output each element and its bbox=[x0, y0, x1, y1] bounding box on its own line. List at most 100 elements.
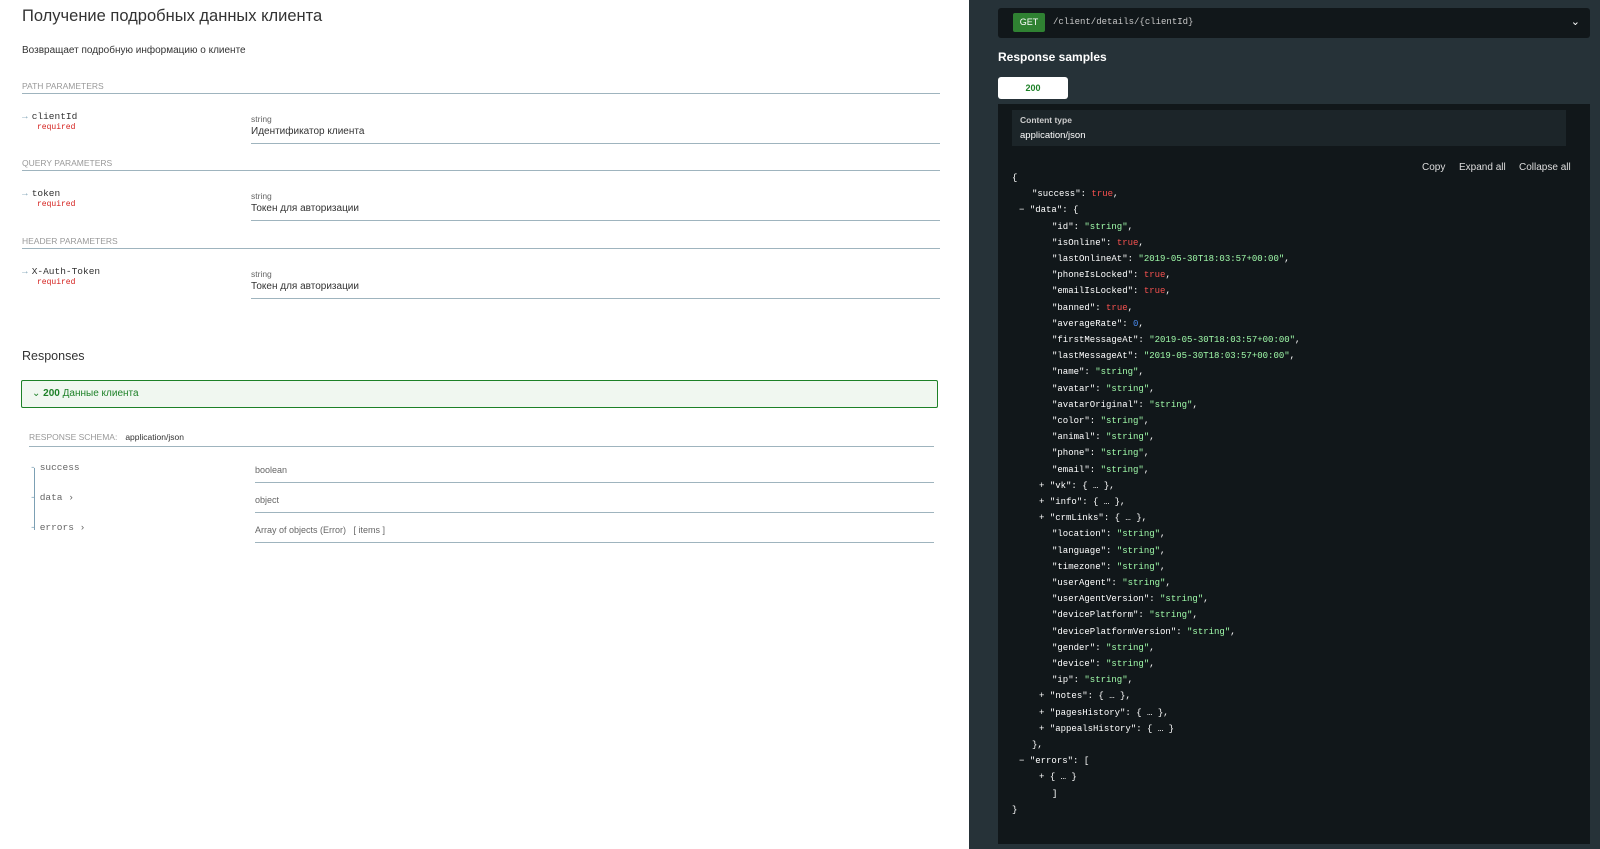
json-key: "gender": bbox=[1052, 642, 1107, 653]
expand-toggle-icon[interactable]: + bbox=[1039, 497, 1050, 507]
collapse-toggle-icon[interactable]: − bbox=[1019, 756, 1030, 766]
json-punct: { bbox=[1012, 173, 1018, 183]
page-description: Возвращает подробную информацию о клиент… bbox=[22, 45, 246, 56]
json-line: "color": "string", bbox=[1052, 416, 1149, 426]
json-punct: , bbox=[1125, 691, 1131, 702]
copy-button[interactable]: Copy bbox=[1422, 162, 1445, 173]
json-line[interactable]: + "pagesHistory": { … }, bbox=[1039, 708, 1169, 718]
expand-toggle-icon[interactable]: + bbox=[1039, 708, 1050, 718]
json-line[interactable]: + "crmLinks": { … }, bbox=[1039, 513, 1147, 523]
json-punct: , bbox=[1113, 189, 1119, 200]
json-line: "ip": "string", bbox=[1052, 675, 1133, 685]
json-value: true bbox=[1143, 270, 1166, 281]
json-value: true bbox=[1143, 286, 1166, 297]
json-punct: { … } bbox=[1049, 772, 1077, 783]
json-punct: } bbox=[1012, 804, 1018, 815]
endpoint-bar[interactable]: GET /client/details/{clientId} ⌄ bbox=[998, 8, 1590, 38]
json-line[interactable]: + "appealsHistory": { … } bbox=[1039, 724, 1174, 734]
schema-prop-data[interactable]: - data › bbox=[30, 492, 74, 503]
json-line[interactable]: + "notes": { … }, bbox=[1039, 691, 1131, 701]
json-line: ] bbox=[1052, 789, 1057, 799]
collapse-all-button[interactable]: Collapse all bbox=[1519, 162, 1571, 173]
json-value: { bbox=[1073, 205, 1079, 216]
json-key: "phone": bbox=[1052, 448, 1101, 459]
json-line: "devicePlatformVersion": "string", bbox=[1052, 627, 1236, 637]
json-value: { … } bbox=[1136, 707, 1164, 718]
json-line: "location": "string", bbox=[1052, 529, 1165, 539]
json-key: "color": bbox=[1052, 416, 1101, 426]
prop-type: Array of objects (Error) [ items ] bbox=[255, 525, 934, 543]
method-badge: GET bbox=[1013, 13, 1045, 32]
collapse-toggle-icon[interactable]: − bbox=[1019, 205, 1030, 215]
schema-prop-errors[interactable]: - errors › bbox=[30, 522, 85, 533]
json-value: "string" bbox=[1106, 642, 1150, 653]
query-params-caption: QUERY PARAMETERS bbox=[22, 158, 940, 171]
json-line: "email": "string", bbox=[1052, 465, 1149, 475]
expand-all-button[interactable]: Expand all bbox=[1459, 162, 1506, 173]
json-value: "string" bbox=[1116, 545, 1161, 556]
tab-200[interactable]: 200 bbox=[998, 77, 1068, 99]
json-line: "timezone": "string", bbox=[1052, 562, 1165, 572]
json-line: "devicePlatform": "string", bbox=[1052, 610, 1198, 620]
json-key: "isOnline": bbox=[1052, 237, 1117, 248]
param-description: Идентификатор клиента bbox=[251, 126, 940, 144]
json-punct: , bbox=[1149, 659, 1155, 669]
tree-arrow-icon: → bbox=[22, 188, 28, 199]
json-punct: , bbox=[1203, 594, 1209, 605]
json-line: "userAgent": "string", bbox=[1052, 578, 1171, 588]
param-type: string bbox=[251, 269, 272, 279]
json-value: "string" bbox=[1106, 659, 1150, 669]
chevron-right-icon: › bbox=[68, 492, 74, 503]
expand-toggle-icon[interactable]: + bbox=[1039, 724, 1050, 734]
tree-branch-icon: - bbox=[30, 462, 36, 473]
json-value: true bbox=[1116, 237, 1139, 248]
json-value: "string" bbox=[1084, 675, 1128, 686]
page-title: Получение подробных данных клиента bbox=[22, 7, 323, 25]
json-punct: , bbox=[1192, 610, 1198, 621]
param-description: Токен для авторизации bbox=[251, 203, 940, 221]
json-key: "crmLinks": bbox=[1049, 513, 1115, 524]
expand-toggle-icon[interactable]: + bbox=[1039, 772, 1050, 782]
chevron-down-icon[interactable]: ⌄ bbox=[1571, 15, 1580, 28]
endpoint-path: /client/details/{clientId} bbox=[1053, 17, 1194, 27]
expand-toggle-icon[interactable]: + bbox=[1039, 481, 1050, 491]
response-200-button[interactable]: ⌄ 200 Данные клиента bbox=[21, 380, 938, 408]
json-key: "email": bbox=[1052, 464, 1101, 475]
path-params-caption: PATH PARAMETERS bbox=[22, 81, 940, 94]
json-line: { bbox=[1012, 173, 1017, 183]
expand-toggle-icon[interactable]: + bbox=[1039, 513, 1050, 523]
json-value: { … } bbox=[1098, 691, 1126, 702]
json-line[interactable]: + { … } bbox=[1039, 772, 1077, 782]
json-key: "pagesHistory": bbox=[1049, 707, 1137, 718]
json-value: { … } bbox=[1093, 497, 1121, 507]
json-key: "devicePlatform": bbox=[1052, 610, 1150, 621]
json-line: "lastMessageAt": "2019-05-30T18:03:57+00… bbox=[1052, 351, 1295, 361]
json-line[interactable]: − "errors": [ bbox=[1019, 756, 1089, 766]
json-punct: , bbox=[1109, 480, 1115, 491]
json-line[interactable]: + "info": { … }, bbox=[1039, 497, 1125, 507]
json-key: "location": bbox=[1052, 529, 1117, 540]
json-line[interactable]: + "vk": { … }, bbox=[1039, 481, 1115, 491]
expand-toggle-icon[interactable]: + bbox=[1039, 691, 1050, 701]
json-punct: , bbox=[1284, 254, 1290, 264]
json-value: "string" bbox=[1149, 610, 1193, 621]
param-type: string bbox=[251, 191, 272, 201]
json-punct: , bbox=[1165, 286, 1171, 297]
json-punct: , bbox=[1127, 675, 1134, 686]
json-key: "lastMessageAt": bbox=[1052, 351, 1144, 362]
json-value: true bbox=[1091, 189, 1114, 200]
json-line[interactable]: − "data": { bbox=[1019, 205, 1078, 215]
json-punct: , bbox=[1289, 351, 1296, 362]
prop-type: boolean bbox=[255, 465, 934, 483]
json-line: }, bbox=[1032, 740, 1043, 750]
param-required: required bbox=[37, 123, 76, 132]
json-punct: , bbox=[1160, 545, 1166, 556]
json-line: "averageRate": 0, bbox=[1052, 319, 1144, 329]
tree-branch-icon: - bbox=[30, 492, 36, 503]
json-punct: , bbox=[1149, 432, 1155, 443]
json-line: "phoneIsLocked": true, bbox=[1052, 270, 1171, 280]
json-value: "string" bbox=[1100, 416, 1144, 426]
response-label: Данные клиента bbox=[62, 388, 139, 399]
json-line: "name": "string", bbox=[1052, 367, 1144, 377]
header-params-caption: HEADER PARAMETERS bbox=[22, 236, 940, 249]
